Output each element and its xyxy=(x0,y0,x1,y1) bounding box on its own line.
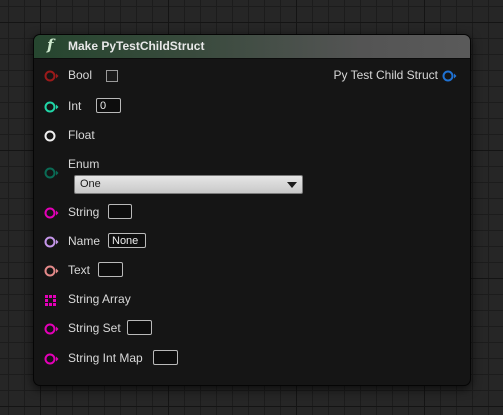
string-array-label: String Array xyxy=(68,292,131,306)
int-input[interactable]: 0 xyxy=(96,98,121,113)
enum-selected-value: One xyxy=(80,178,101,190)
bool-checkbox[interactable] xyxy=(106,70,118,82)
string-int-map-input[interactable] xyxy=(153,350,178,365)
string-int-map-label: String Int Map xyxy=(68,351,143,365)
name-label: Name xyxy=(68,234,101,248)
array-pin-icon[interactable] xyxy=(44,293,60,307)
int-label: Int xyxy=(68,99,82,113)
string-input[interactable] xyxy=(108,204,132,219)
enum-dropdown[interactable]: One xyxy=(74,175,303,194)
struct-output-label: Py Test Child Struct xyxy=(333,68,438,82)
string-label: String xyxy=(68,205,100,219)
string-set-input[interactable] xyxy=(127,320,152,335)
enum-label: Enum xyxy=(68,157,100,171)
text-label: Text xyxy=(68,263,91,277)
int-pin-icon[interactable] xyxy=(44,100,60,114)
name-pin-icon[interactable] xyxy=(44,235,60,249)
bool-label: Bool xyxy=(68,68,93,82)
map-pin-icon[interactable] xyxy=(44,352,60,366)
float-label: Float xyxy=(68,128,95,142)
text-pin-icon[interactable] xyxy=(44,264,60,278)
string-pin-icon[interactable] xyxy=(44,206,60,220)
struct-pin-icon[interactable] xyxy=(442,69,458,83)
string-set-label: String Set xyxy=(68,321,121,335)
bool-pin-icon[interactable] xyxy=(44,69,60,83)
enum-pin-icon[interactable] xyxy=(44,166,60,180)
float-pin-icon[interactable] xyxy=(44,129,60,143)
chevron-down-icon xyxy=(287,182,297,188)
set-pin-icon[interactable] xyxy=(44,322,60,336)
text-input[interactable] xyxy=(98,262,123,277)
name-input[interactable]: None xyxy=(108,233,146,248)
make-struct-node[interactable]: f Make PyTestChildStruct Bool Int 0 Floa… xyxy=(33,34,471,386)
node-header[interactable]: f Make PyTestChildStruct xyxy=(34,35,470,59)
node-title: Make PyTestChildStruct xyxy=(68,39,205,53)
function-icon: f xyxy=(47,36,54,54)
